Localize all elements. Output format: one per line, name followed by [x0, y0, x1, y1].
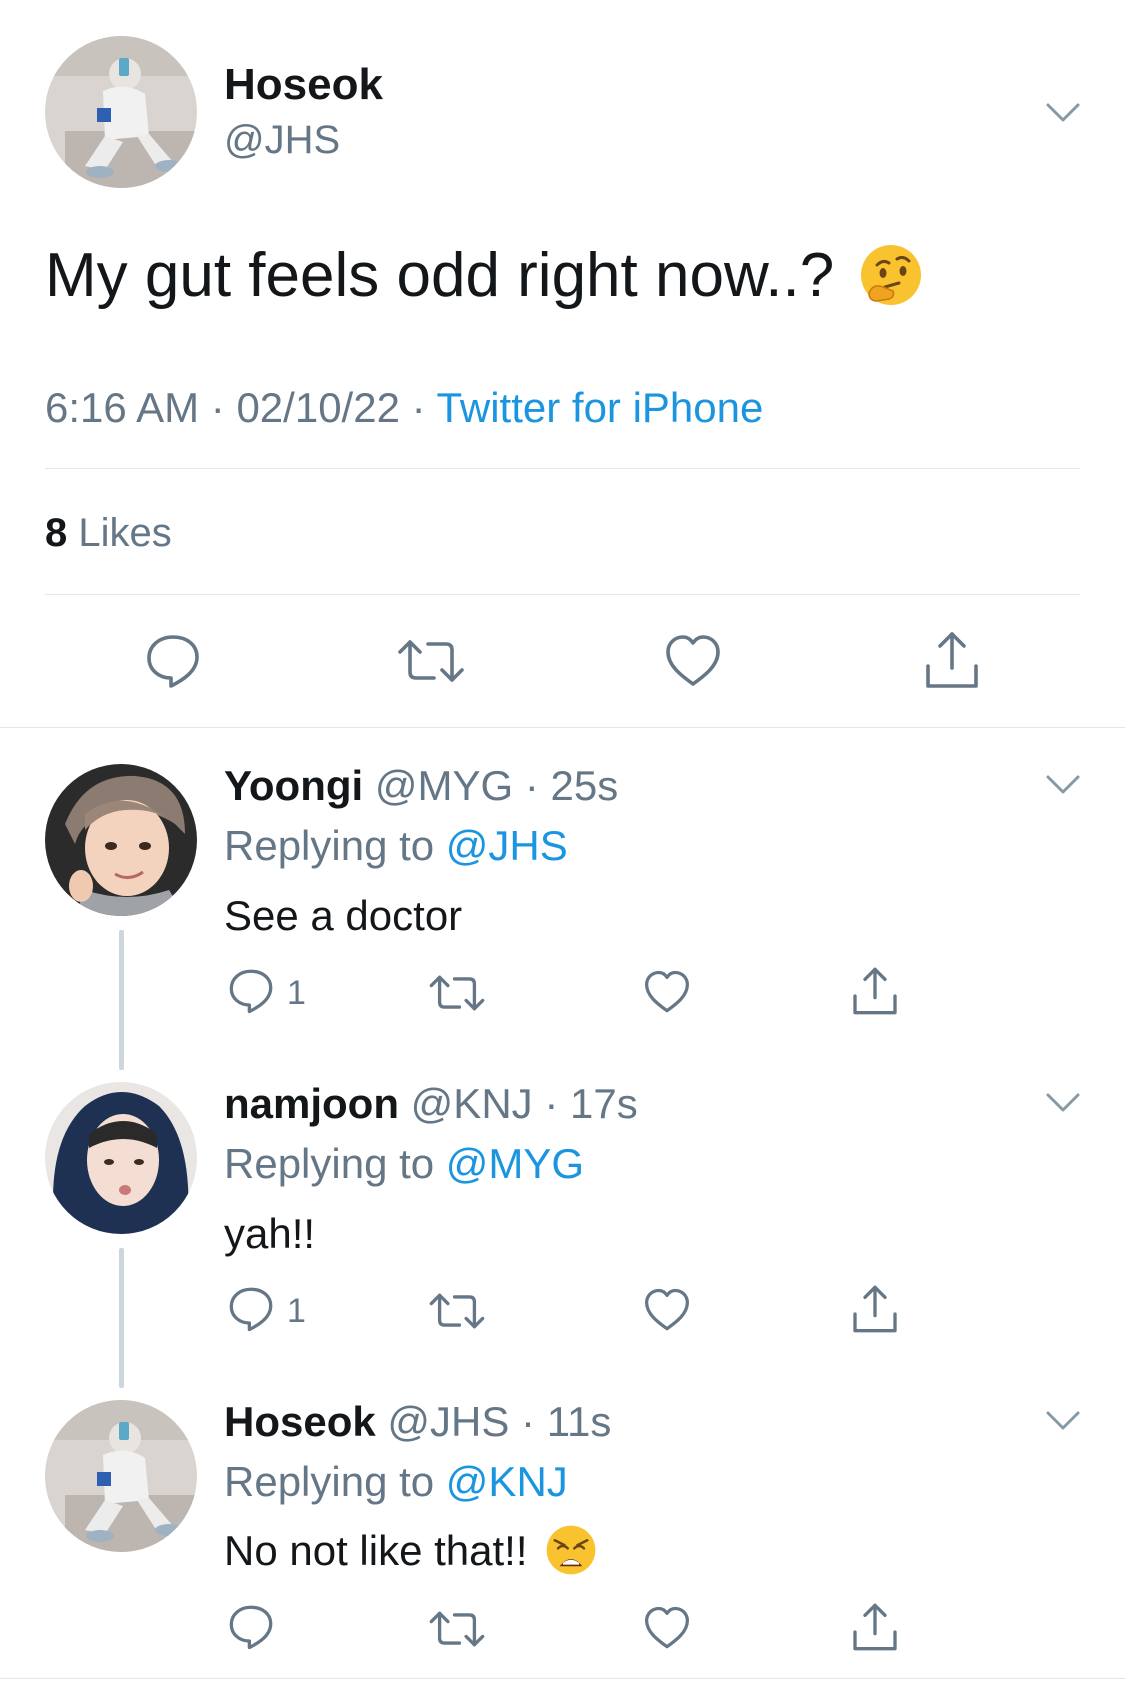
reply-icon[interactable] [228, 1286, 274, 1332]
thread-line [119, 1248, 124, 1388]
likes-count: 8 [45, 511, 68, 555]
retweet-icon[interactable] [396, 636, 466, 686]
tweet-source-link[interactable]: Twitter for iPhone [437, 384, 764, 431]
retweet-icon[interactable] [428, 972, 486, 1014]
share-icon[interactable] [850, 966, 900, 1016]
reply-icon[interactable] [145, 633, 201, 689]
share-icon[interactable] [850, 1284, 900, 1334]
avatar[interactable] [45, 764, 197, 916]
avatar[interactable] [45, 36, 197, 188]
replying-to: Replying to @KNJ [224, 1458, 568, 1506]
weary-face-emoji-icon [546, 1525, 596, 1575]
chevron-down-icon[interactable] [1045, 774, 1081, 796]
author-name[interactable]: Hoseok [224, 1398, 376, 1445]
chevron-down-icon[interactable] [1045, 102, 1081, 124]
reply-text-body: No not like that!! [224, 1527, 528, 1574]
author-name[interactable]: Hoseok [224, 60, 383, 110]
tweet-time: 6:16 AM [45, 384, 200, 431]
tweet-text-body: My gut feels odd right now..? [45, 241, 835, 310]
dot-separator: · [521, 1398, 536, 1445]
reply-header: Yoongi @MYG · 25s [224, 762, 618, 810]
author-handle[interactable]: @KNJ [411, 1080, 533, 1127]
reply-text: See a doctor [224, 892, 463, 939]
reply-count: 1 [287, 1292, 306, 1330]
reply-time: 17s [570, 1080, 638, 1127]
avatar[interactable] [45, 1400, 197, 1552]
likes-label: Likes [78, 511, 172, 555]
likes-summary[interactable]: 8 Likes [45, 511, 172, 556]
author-handle[interactable]: @JHS [224, 118, 340, 163]
replying-to-link[interactable]: @MYG [446, 1140, 584, 1187]
meta-separator: · [411, 384, 426, 431]
like-icon[interactable] [643, 1288, 691, 1332]
avatar[interactable] [45, 1082, 197, 1234]
chevron-down-icon[interactable] [1045, 1410, 1081, 1432]
author-name[interactable]: namjoon [224, 1080, 399, 1127]
replying-to: Replying to @JHS [224, 822, 568, 870]
replying-to-label: Replying to [224, 822, 435, 869]
reply-header: namjoon @KNJ · 17s [224, 1080, 638, 1128]
thinking-face-emoji-icon [861, 244, 922, 305]
replying-to-label: Replying to [224, 1458, 435, 1505]
reply-count: 1 [287, 974, 306, 1012]
retweet-icon[interactable] [428, 1290, 486, 1332]
reply-time: 11s [546, 1398, 612, 1445]
meta-separator: · [210, 384, 225, 431]
divider [0, 727, 1125, 728]
author-handle[interactable]: @MYG [375, 762, 513, 809]
replying-to: Replying to @MYG [224, 1140, 584, 1188]
chevron-down-icon[interactable] [1045, 1092, 1081, 1114]
reply-time: 25s [550, 762, 619, 809]
replying-to-label: Replying to [224, 1140, 435, 1187]
share-icon[interactable] [922, 630, 982, 690]
divider [45, 468, 1080, 469]
reply-icon[interactable] [228, 968, 274, 1014]
divider [45, 594, 1080, 595]
retweet-icon[interactable] [428, 1608, 486, 1650]
replying-to-link[interactable]: @JHS [446, 822, 568, 869]
reply-header: Hoseok @JHS · 11s [224, 1398, 611, 1446]
tweet-text: My gut feels odd right now..? [45, 240, 923, 311]
dot-separator: · [524, 762, 539, 809]
author-handle[interactable]: @JHS [387, 1398, 509, 1445]
tweet-date: 02/10/22 [236, 384, 400, 431]
reply-text: yah!! [224, 1210, 316, 1257]
author-name[interactable]: Yoongi [224, 762, 363, 809]
like-icon[interactable] [664, 634, 722, 688]
replying-to-link[interactable]: @KNJ [446, 1458, 568, 1505]
reply-text: No not like that!! [224, 1525, 597, 1576]
like-icon[interactable] [643, 970, 691, 1014]
dot-separator: · [544, 1080, 559, 1127]
reply-icon[interactable] [228, 1604, 274, 1650]
share-icon[interactable] [850, 1602, 900, 1652]
divider [0, 1678, 1125, 1679]
thread-line [119, 930, 124, 1070]
like-icon[interactable] [643, 1606, 691, 1650]
tweet-meta: 6:16 AM · 02/10/22 · Twitter for iPhone [45, 384, 763, 432]
